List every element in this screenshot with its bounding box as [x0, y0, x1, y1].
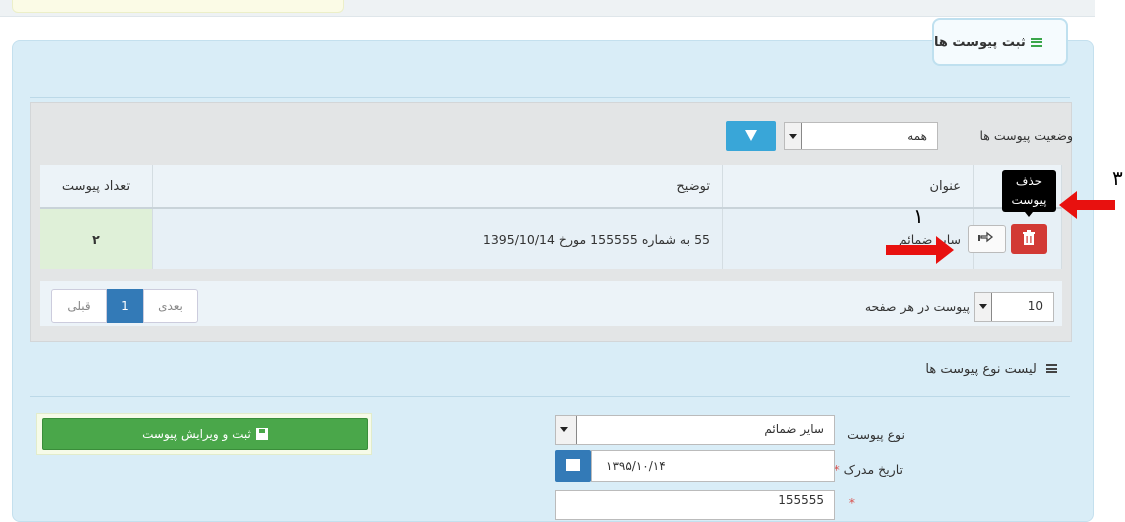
- edit-attachment-button[interactable]: [968, 225, 1006, 253]
- header-description: توضیح: [152, 165, 723, 208]
- type-label: نوع پیوست: [847, 427, 905, 442]
- row-description: 55 به شماره 155555 مورخ 1395/10/14: [152, 207, 723, 269]
- date-input[interactable]: ۱۳۹۵/۱۰/۱۴: [591, 450, 835, 482]
- chevron-down-icon: [785, 123, 802, 149]
- table-row: ۲ 55 به شماره 155555 مورخ 1395/10/14 سای…: [40, 207, 1062, 269]
- divider: [30, 396, 1070, 397]
- pager-prev[interactable]: قبلی: [51, 289, 107, 323]
- per-page-label: پیوست در هر صفحه: [864, 299, 970, 314]
- type-value: سایر ضمائم: [764, 422, 824, 436]
- pager-current[interactable]: 1: [107, 289, 143, 323]
- header-title: عنوان: [722, 165, 974, 208]
- status-filter-label: وضعیت پیوست ها: [979, 128, 1073, 143]
- pager-next[interactable]: بعدی: [143, 289, 198, 323]
- status-filter-select[interactable]: همه: [784, 122, 938, 150]
- date-label: تاریخ مدرک *: [833, 462, 903, 477]
- section-title-text: لیست نوع پیوست ها: [925, 362, 1037, 377]
- per-page-select[interactable]: 10: [974, 292, 1054, 322]
- list-icon: [1030, 37, 1042, 47]
- per-page-value: 10: [1027, 299, 1043, 313]
- arrowhead-icon: [1059, 191, 1077, 219]
- tooltip-line-1: حذف: [1015, 174, 1043, 188]
- annotation-arrow-left: [1059, 191, 1115, 219]
- calendar-icon: [566, 459, 580, 471]
- arrowhead-icon: [936, 236, 954, 264]
- page-title: ثبت پیوست ها: [934, 34, 1026, 50]
- notice-strip: [12, 0, 344, 13]
- annotation-arrow-right: [886, 236, 954, 264]
- divider: [30, 97, 1070, 98]
- required-mark: *: [848, 495, 855, 510]
- chevron-down-icon: [975, 293, 992, 321]
- hand-pointer-icon: [978, 231, 994, 243]
- header-count: تعداد پیوست: [40, 165, 153, 208]
- number-value: 155555: [778, 493, 824, 507]
- calendar-button[interactable]: [555, 450, 591, 482]
- number-input[interactable]: 155555: [555, 490, 835, 520]
- delete-attachment-button[interactable]: [1011, 224, 1047, 254]
- save-attachment-button[interactable]: ثبت و ویرایش پیوست: [42, 418, 368, 450]
- save-icon: [255, 428, 268, 440]
- date-label-text: تاریخ مدرک: [843, 462, 903, 477]
- delete-tooltip: حذف پیوست: [1002, 170, 1056, 217]
- section-title: لیست نوع پیوست ها: [925, 362, 1057, 377]
- status-filter-value: همه: [907, 129, 927, 143]
- number-required-mark: *: [849, 495, 855, 510]
- annotation-number-3: ۳: [1112, 166, 1123, 190]
- save-attachment-label: ثبت و ویرایش پیوست: [142, 427, 251, 441]
- filter-button[interactable]: [726, 121, 776, 151]
- top-strip: [0, 0, 1095, 17]
- page-title-tab: ثبت پیوست ها: [932, 18, 1068, 66]
- chevron-down-icon: [556, 416, 577, 444]
- trash-icon: [1023, 230, 1035, 245]
- annotation-number-1: ۱: [913, 204, 924, 228]
- list-icon: [1046, 364, 1057, 373]
- date-value: ۱۳۹۵/۱۰/۱۴: [606, 459, 666, 473]
- tooltip-line-2: پیوست: [1011, 193, 1047, 207]
- type-select[interactable]: سایر ضمائم: [555, 415, 835, 445]
- row-count: ۲: [40, 207, 153, 269]
